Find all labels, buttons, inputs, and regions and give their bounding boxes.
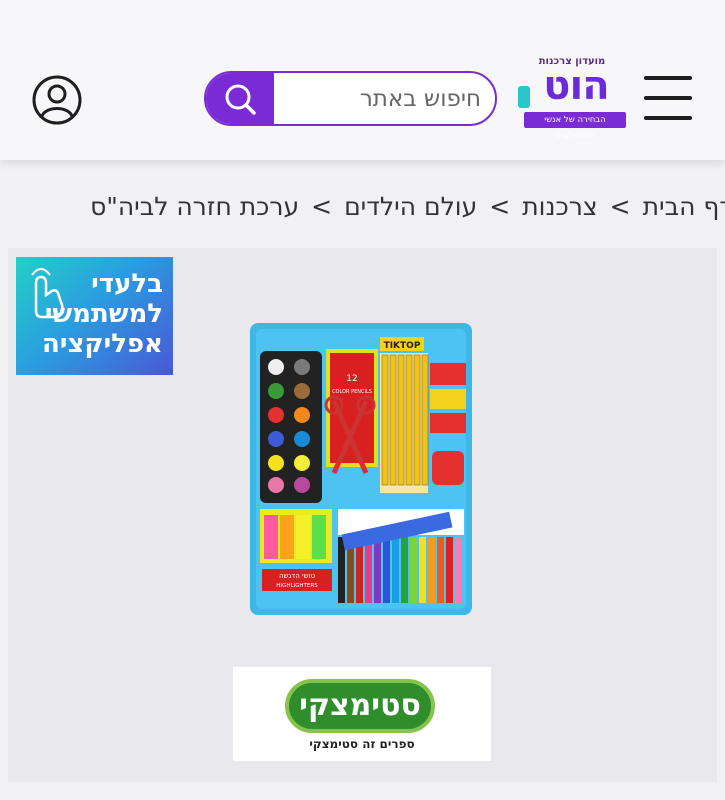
app-banner-text: בלעדי למשתמשי אפליקציה	[41, 269, 163, 359]
user-account-icon	[32, 75, 82, 125]
breadcrumb-separator: >	[311, 191, 333, 221]
site-header: מועדון צרכנות הוט הבחירה של אנשי הטכנולו…	[0, 0, 725, 160]
pencils-type-label: COLOR PENCILS	[332, 389, 372, 395]
breadcrumb: דף הבית > צרכנות > עולם הילדים > ערכת חז…	[90, 188, 725, 224]
search-icon	[225, 84, 256, 115]
breadcrumb-separator: >	[489, 191, 511, 221]
hamburger-menu-button[interactable]	[644, 74, 696, 126]
logo-tagline: הבחירה של אנשי הטכנולוגיה	[524, 112, 626, 141]
highlighters-label: HIGHLIGHTERS	[276, 583, 318, 589]
product-image: 12 COLOR PENCILS TIKTOP טושי הדגשה HIGHL…	[250, 323, 472, 615]
breadcrumb-kids-world[interactable]: עולם הילדים	[344, 192, 477, 221]
menu-line-icon	[644, 76, 692, 80]
breadcrumb-current-page: ערכת חזרה לביה"ס	[90, 191, 300, 221]
brand-logo-steimatzky[interactable]: סטימצקי ספרים זה סטימצקי	[233, 667, 491, 761]
tiktop-brand-label: TIKTOP	[384, 341, 421, 351]
highlighters-hebrew-label: טושי הדגשה	[279, 572, 315, 580]
brand-name: סטימצקי	[299, 688, 421, 723]
logo-word: הוט	[543, 63, 609, 109]
search-box	[204, 71, 497, 126]
menu-line-icon	[644, 96, 692, 100]
search-button[interactable]	[206, 73, 274, 124]
breadcrumb-consumer[interactable]: צרכנות	[522, 192, 597, 221]
school-kit-illustration: 12 COLOR PENCILS TIKTOP טושי הדגשה HIGHL…	[250, 323, 472, 615]
brand-tagline: ספרים זה סטימצקי	[309, 737, 415, 751]
pencils-count-label: 12	[346, 374, 357, 384]
search-input[interactable]	[276, 73, 495, 124]
breadcrumb-home[interactable]: דף הבית	[643, 192, 725, 221]
breadcrumb-separator: >	[609, 191, 631, 221]
user-account-button[interactable]	[31, 74, 83, 126]
app-exclusive-banner[interactable]: בלעדי למשתמשי אפליקציה	[16, 257, 173, 375]
menu-line-icon	[644, 116, 692, 120]
site-logo[interactable]: מועדון צרכנות הוט הבחירה של אנשי הטכנולו…	[518, 56, 626, 141]
